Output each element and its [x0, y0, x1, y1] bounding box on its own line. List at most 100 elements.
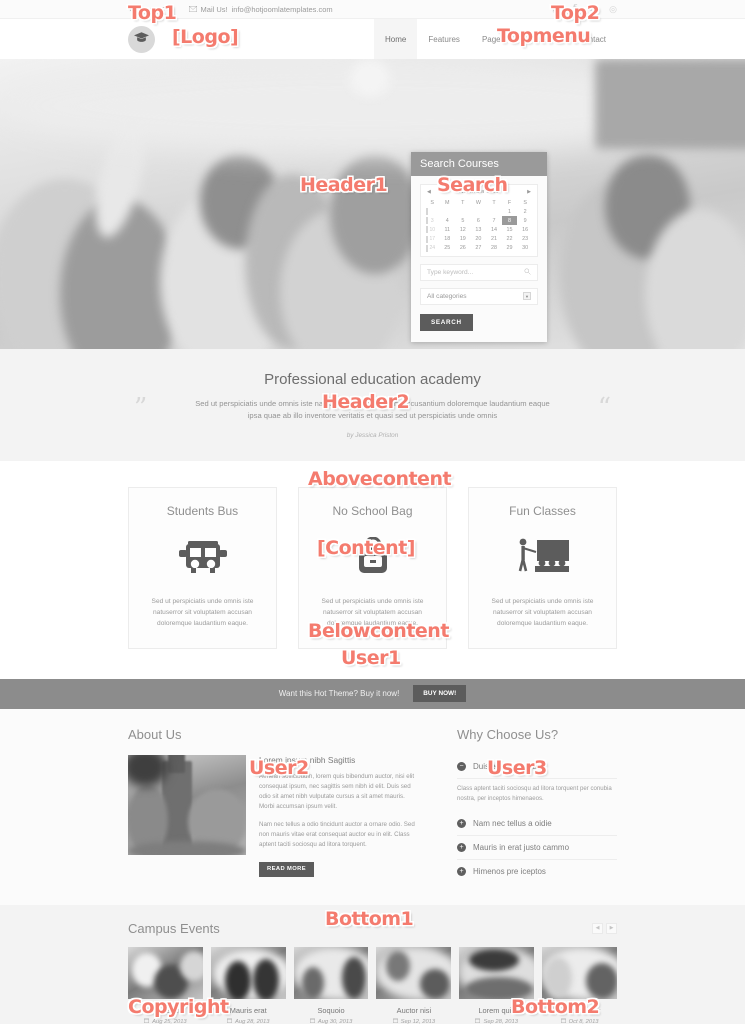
event-photo-lecture-hall[interactable]	[128, 947, 203, 1000]
calendar-day[interactable]	[486, 207, 502, 216]
chevron-left-icon[interactable]: ◀	[427, 189, 431, 195]
accordion-item-nam-nec-tellus[interactable]: + Nam nec tellus a oidie	[457, 812, 617, 837]
calendar-day[interactable]: 22	[502, 235, 518, 244]
skype-icon[interactable]: S	[590, 4, 596, 14]
category-select[interactable]: All categories ▼	[420, 287, 538, 305]
calendar-day[interactable]: 18	[439, 235, 455, 244]
mail-address[interactable]: info@hotjoomlatemplates.com	[232, 5, 333, 14]
read-more-button[interactable]: READ MORE	[259, 861, 315, 877]
calendar-week-row: 1 2	[425, 207, 533, 216]
carousel-prev-icon[interactable]: ◀	[592, 923, 603, 935]
calendar-day[interactable]: 29	[502, 244, 518, 253]
accordion-item-body: Class aptent taciti sociosqu ad litora t…	[457, 784, 612, 802]
quote-body: Sed ut perspiciatis unde omnis iste natu…	[195, 399, 550, 420]
calendar-day[interactable]: 23	[517, 235, 533, 244]
calendar-day[interactable]: 10	[425, 225, 439, 234]
bus-icon	[143, 534, 262, 582]
event-photo-classroom[interactable]	[293, 947, 369, 1000]
calendar-day[interactable]: 13	[471, 225, 487, 234]
calendar-day[interactable]: 27	[471, 244, 487, 253]
facebook-icon[interactable]: f	[573, 4, 577, 14]
calendar-day[interactable]	[455, 207, 471, 216]
feature-box-title: No School Bag	[332, 504, 413, 518]
calendar-day[interactable]: 30	[517, 244, 533, 253]
calendar-day[interactable]: 16	[517, 225, 533, 234]
search-module-body: ◀ November 2013 ▶ S M T W T F S 1 2 3 4 …	[411, 176, 547, 342]
globe-icon[interactable]: ◎	[609, 4, 617, 14]
event-photo-workshop[interactable]	[542, 947, 617, 1000]
accordion-item-duis-ed-consequat[interactable]: − Duis ed consequat	[457, 755, 617, 779]
calendar-day[interactable]: 19	[455, 235, 471, 244]
event-photo-students[interactable]	[376, 947, 452, 1000]
event-name: Auctor nisi	[396, 1006, 432, 1016]
calendar-day[interactable]: 4	[439, 216, 455, 225]
event-name: Soquoio	[317, 1006, 345, 1016]
calendar-day[interactable]: 5	[455, 216, 471, 225]
top-social-links: f S ◎	[551, 4, 617, 14]
calendar-day[interactable]	[439, 207, 455, 216]
calendar-day[interactable]	[471, 207, 487, 216]
calendar-icon	[226, 1018, 232, 1024]
calendar-day[interactable]: 14	[486, 225, 502, 234]
keyword-search-field[interactable]: Type keyword...	[420, 263, 538, 281]
calendar-day[interactable]: 12	[455, 225, 471, 234]
site-logo[interactable]	[128, 25, 155, 53]
calendar-day[interactable]	[425, 207, 439, 216]
event-photo-graduates[interactable]	[210, 947, 286, 1000]
calendar-day[interactable]: 6	[471, 216, 487, 225]
event-photo-seminar[interactable]	[459, 947, 535, 1000]
nav-item-features[interactable]: Features	[417, 19, 471, 59]
nav-item-contact[interactable]: Contact	[567, 19, 617, 59]
buy-now-button[interactable]: BUY NOW!	[413, 685, 467, 703]
calendar-day[interactable]: 24	[425, 244, 439, 253]
twitter-icon[interactable]	[551, 5, 560, 13]
chevron-right-icon[interactable]: ▶	[527, 189, 531, 195]
calendar-day[interactable]: 20	[471, 235, 487, 244]
feature-box-students-bus[interactable]: Students Bus Sed ut perspiciatis unde om…	[128, 487, 277, 649]
calendar-day[interactable]: 15	[502, 225, 518, 234]
event-item[interactable]: Soquoio Aug 30, 2013	[293, 947, 369, 1024]
calendar-day[interactable]: 2	[517, 207, 533, 216]
feature-box-fun-classes[interactable]: Fun Classes Sed ut perspiciatis unde omn…	[468, 487, 617, 649]
backpack-icon	[313, 534, 432, 582]
search-submit-button[interactable]: SEARCH	[420, 313, 473, 331]
calendar-day[interactable]: 11	[439, 225, 455, 234]
search-icon[interactable]	[524, 268, 531, 277]
calendar-day[interactable]: 9	[517, 216, 533, 225]
nav-item-pages[interactable]: Pages	[471, 19, 516, 59]
calendar-grid[interactable]: S M T W T F S 1 2 3 4 5 6 7 8 9 10 11 12…	[425, 198, 533, 253]
minus-circle-icon: −	[457, 761, 466, 771]
event-item[interactable]: Himeros clar Oct 8, 2013	[542, 947, 617, 1024]
accordion-item-mauris-in-erat[interactable]: + Mauris in erat justo cammo	[457, 836, 617, 861]
calendar-day[interactable]: 21	[486, 235, 502, 244]
carousel-next-icon[interactable]: ▶	[606, 923, 617, 935]
feature-box-no-school-bag[interactable]: No School Bag Sed ut perspiciatis unde o…	[298, 487, 447, 649]
event-item[interactable]: Auctor nisi Sep 12, 2013	[376, 947, 452, 1024]
calendar-widget[interactable]: ◀ November 2013 ▶ S M T W T F S 1 2 3 4 …	[420, 184, 538, 257]
calendar-day[interactable]: 17	[425, 235, 439, 244]
calendar-day[interactable]: 3	[425, 216, 439, 225]
calendar-icon	[309, 1018, 315, 1024]
calendar-day[interactable]: 1	[502, 207, 518, 216]
nav-item-courses[interactable]: Courses	[516, 19, 568, 59]
campus-events-carousel-nav[interactable]: ◀ ▶	[592, 923, 617, 935]
mail-info[interactable]: Mail Us! info@hotjoomlatemplates.com	[188, 5, 333, 14]
calendar-day[interactable]: 25	[439, 244, 455, 253]
quote-close-icon: “	[597, 393, 611, 423]
nav-item-home[interactable]: Home	[374, 19, 418, 59]
event-item[interactable]: Lorem quis Sep 28, 2013	[459, 947, 535, 1024]
event-item[interactable]: Mauris erat Aug 28, 2013	[210, 947, 286, 1024]
calendar-day[interactable]: 26	[455, 244, 471, 253]
mail-icon	[188, 6, 197, 12]
calendar-week-row: 24 25 26 27 28 29 30	[425, 244, 533, 253]
calendar-day-selected[interactable]: 8	[501, 216, 518, 226]
calendar-day[interactable]: 28	[486, 244, 502, 253]
feature-box-title: Students Bus	[166, 504, 239, 518]
accordion-item-himenos-pre-iceptos[interactable]: + Himenos pre iceptos	[457, 860, 617, 883]
caret-down-icon[interactable]: ▼	[523, 292, 531, 301]
event-item[interactable]: Gibh sagittis Aug 25, 2013	[128, 947, 203, 1024]
event-date-row: Sep 12, 2013	[376, 1018, 451, 1024]
calendar-day[interactable]: 7	[486, 216, 502, 225]
main-navigation[interactable]: Home Features Pages Courses Contact	[374, 19, 617, 59]
calendar-month-label: November 2013	[459, 189, 499, 195]
